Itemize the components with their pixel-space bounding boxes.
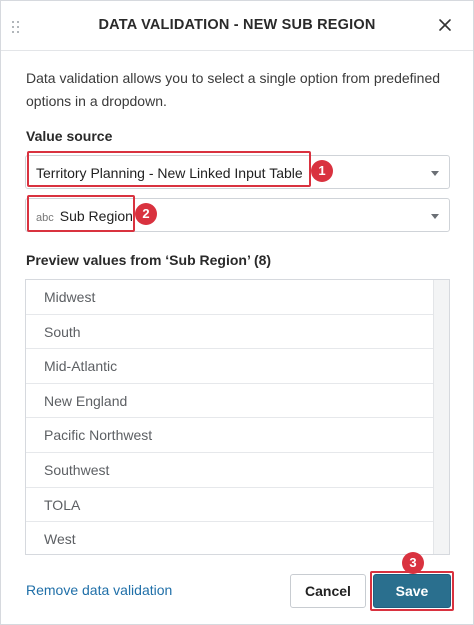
list-item: South (26, 315, 434, 350)
table-select[interactable]: Territory Planning - New Linked Input Ta… (25, 155, 450, 189)
data-validation-dialog: DATA VALIDATION - NEW SUB REGION Data va… (0, 0, 474, 625)
dialog-title: DATA VALIDATION - NEW SUB REGION (98, 17, 376, 33)
text-type-icon: abc (36, 212, 54, 224)
preview-values-list[interactable]: Midwest South Mid-Atlantic New England P… (25, 279, 450, 555)
column-select-value: abc Sub Region (36, 208, 133, 224)
preview-scrollbar[interactable] (433, 280, 449, 554)
close-icon[interactable] (435, 15, 455, 35)
dialog-description: Data validation allows you to select a s… (26, 70, 441, 109)
table-select-value: Territory Planning - New Linked Input Ta… (36, 165, 303, 181)
list-item: New England (26, 384, 434, 419)
value-source-label: Value source (26, 128, 113, 144)
list-item: West (44, 531, 76, 548)
cancel-button[interactable]: Cancel (290, 574, 366, 608)
list-item: TOLA (26, 488, 434, 523)
chevron-down-icon (431, 171, 439, 176)
preview-label: Preview values from ‘Sub Region’ (8) (26, 252, 272, 268)
list-item: Pacific Northwest (26, 418, 434, 453)
annotation-badge-2: 2 (135, 203, 157, 225)
save-button[interactable]: Save (373, 574, 451, 608)
annotation-badge-1: 1 (311, 160, 333, 182)
remove-validation-link[interactable]: Remove data validation (26, 582, 172, 598)
list-item: Southwest (26, 453, 434, 488)
dialog-header: DATA VALIDATION - NEW SUB REGION (1, 1, 473, 51)
list-item: Mid-Atlantic (26, 349, 434, 384)
chevron-down-icon (431, 214, 439, 219)
column-select[interactable]: abc Sub Region (25, 198, 450, 232)
column-select-label: Sub Region (59, 208, 133, 224)
list-item: Midwest (26, 280, 434, 315)
annotation-badge-3: 3 (402, 552, 424, 574)
